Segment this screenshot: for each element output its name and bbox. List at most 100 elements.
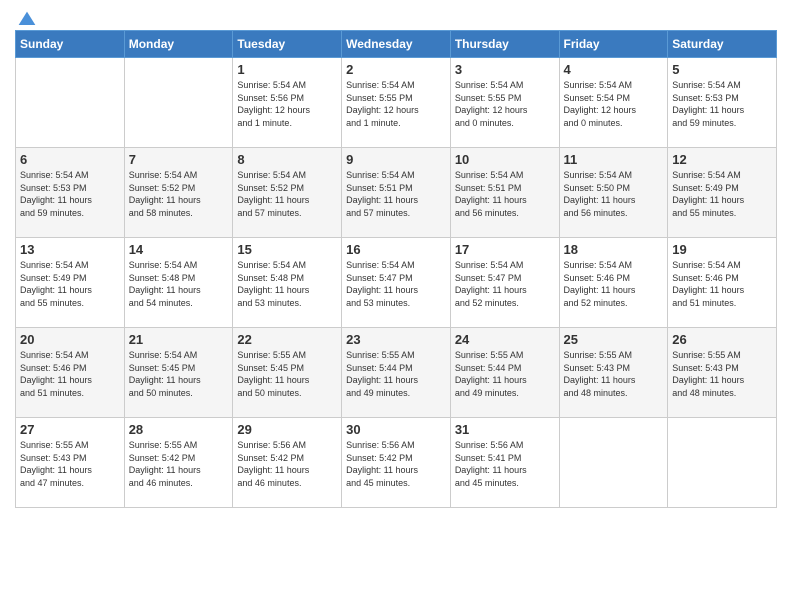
day-number: 19 — [672, 242, 772, 257]
day-info: Sunrise: 5:55 AM Sunset: 5:43 PM Dayligh… — [20, 439, 120, 489]
calendar-cell: 17Sunrise: 5:54 AM Sunset: 5:47 PM Dayli… — [450, 238, 559, 328]
calendar-cell: 18 Sunrise: 5:54 AM Sunset: 5:46 PM Dayli… — [559, 238, 668, 328]
calendar-cell: 3 Sunrise: 5:54 AM Sunset: 5:55 PM Daylig… — [450, 58, 559, 148]
calendar-cell: 5 Sunrise: 5:54 AM Sunset: 5:53 PM Daylig… — [668, 58, 777, 148]
calendar-cell — [16, 58, 125, 148]
calendar-cell: 11Sunrise: 5:54 AM Sunset: 5:50 PM Dayli… — [559, 148, 668, 238]
day-info: Sunrise: 5:54 AM Sunset: 5:53 PM Dayligh… — [672, 79, 772, 129]
day-number: 13 — [20, 242, 120, 257]
logo-icon — [17, 10, 37, 30]
weekday-header-sunday: Sunday — [16, 31, 125, 58]
day-info: Sunrise: 5:54 AM Sunset: 5:54 PM Dayligh… — [564, 79, 664, 129]
day-info: Sunrise: 5:55 AM Sunset: 5:44 PM Dayligh… — [455, 349, 555, 399]
calendar-cell: 31 Sunrise: 5:56 AM Sunset: 5:41 PM Dayli… — [450, 418, 559, 508]
calendar-cell: 27Sunrise: 5:55 AM Sunset: 5:43 PM Dayli… — [16, 418, 125, 508]
day-number: 25 — [564, 332, 664, 347]
calendar-body: 1 Sunrise: 5:54 AM Sunset: 5:56 PM Daylig… — [16, 58, 777, 508]
calendar-cell: 4 Sunrise: 5:54 AM Sunset: 5:54 PM Daylig… — [559, 58, 668, 148]
day-info: Sunrise: 5:55 AM Sunset: 5:44 PM Dayligh… — [346, 349, 446, 399]
calendar-header: SundayMondayTuesdayWednesdayThursdayFrid… — [16, 31, 777, 58]
weekday-header-friday: Friday — [559, 31, 668, 58]
calendar-cell: 30 Sunrise: 5:56 AM Sunset: 5:42 PM Dayli… — [342, 418, 451, 508]
calendar-cell: 29Sunrise: 5:56 AM Sunset: 5:42 PM Dayli… — [233, 418, 342, 508]
day-number: 10 — [455, 152, 555, 167]
calendar-cell: 12 Sunrise: 5:54 AM Sunset: 5:49 PM Dayli… — [668, 148, 777, 238]
day-info: Sunrise: 5:55 AM Sunset: 5:42 PM Dayligh… — [129, 439, 229, 489]
day-info: Sunrise: 5:55 AM Sunset: 5:43 PM Dayligh… — [672, 349, 772, 399]
day-info: Sunrise: 5:54 AM Sunset: 5:49 PM Dayligh… — [672, 169, 772, 219]
day-info: Sunrise: 5:54 AM Sunset: 5:53 PM Dayligh… — [20, 169, 120, 219]
calendar-cell: 10Sunrise: 5:54 AM Sunset: 5:51 PM Dayli… — [450, 148, 559, 238]
day-info: Sunrise: 5:54 AM Sunset: 5:49 PM Dayligh… — [20, 259, 120, 309]
calendar-cell: 19 Sunrise: 5:54 AM Sunset: 5:46 PM Dayli… — [668, 238, 777, 328]
day-number: 15 — [237, 242, 337, 257]
day-number: 4 — [564, 62, 664, 77]
calendar-cell: 1 Sunrise: 5:54 AM Sunset: 5:56 PM Daylig… — [233, 58, 342, 148]
day-info: Sunrise: 5:54 AM Sunset: 5:46 PM Dayligh… — [20, 349, 120, 399]
day-number: 18 — [564, 242, 664, 257]
day-number: 23 — [346, 332, 446, 347]
day-number: 31 — [455, 422, 555, 437]
day-number: 3 — [455, 62, 555, 77]
weekday-header-thursday: Thursday — [450, 31, 559, 58]
calendar-table: SundayMondayTuesdayWednesdayThursdayFrid… — [15, 30, 777, 508]
day-info: Sunrise: 5:54 AM Sunset: 5:48 PM Dayligh… — [237, 259, 337, 309]
day-number: 22 — [237, 332, 337, 347]
day-info: Sunrise: 5:54 AM Sunset: 5:48 PM Dayligh… — [129, 259, 229, 309]
weekday-header-wednesday: Wednesday — [342, 31, 451, 58]
calendar-week-row: 27Sunrise: 5:55 AM Sunset: 5:43 PM Dayli… — [16, 418, 777, 508]
calendar-week-row: 20 Sunrise: 5:54 AM Sunset: 5:46 PM Dayli… — [16, 328, 777, 418]
day-info: Sunrise: 5:55 AM Sunset: 5:43 PM Dayligh… — [564, 349, 664, 399]
day-number: 8 — [237, 152, 337, 167]
day-info: Sunrise: 5:54 AM Sunset: 5:56 PM Dayligh… — [237, 79, 337, 129]
day-info: Sunrise: 5:54 AM Sunset: 5:55 PM Dayligh… — [455, 79, 555, 129]
day-info: Sunrise: 5:54 AM Sunset: 5:51 PM Dayligh… — [346, 169, 446, 219]
calendar-cell: 25 Sunrise: 5:55 AM Sunset: 5:43 PM Dayli… — [559, 328, 668, 418]
day-number: 5 — [672, 62, 772, 77]
calendar-cell: 14 Sunrise: 5:54 AM Sunset: 5:48 PM Dayli… — [124, 238, 233, 328]
weekday-header-monday: Monday — [124, 31, 233, 58]
calendar-week-row: 1 Sunrise: 5:54 AM Sunset: 5:56 PM Daylig… — [16, 58, 777, 148]
calendar-cell: 20 Sunrise: 5:54 AM Sunset: 5:46 PM Dayli… — [16, 328, 125, 418]
calendar-cell: 6 Sunrise: 5:54 AM Sunset: 5:53 PM Daylig… — [16, 148, 125, 238]
weekday-header-row: SundayMondayTuesdayWednesdayThursdayFrid… — [16, 31, 777, 58]
day-info: Sunrise: 5:54 AM Sunset: 5:46 PM Dayligh… — [564, 259, 664, 309]
calendar-cell — [124, 58, 233, 148]
day-info: Sunrise: 5:54 AM Sunset: 5:52 PM Dayligh… — [129, 169, 229, 219]
day-number: 17 — [455, 242, 555, 257]
day-info: Sunrise: 5:56 AM Sunset: 5:41 PM Dayligh… — [455, 439, 555, 489]
day-number: 6 — [20, 152, 120, 167]
calendar-cell: 13 Sunrise: 5:54 AM Sunset: 5:49 PM Dayli… — [16, 238, 125, 328]
calendar-cell: 23 Sunrise: 5:55 AM Sunset: 5:44 PM Dayli… — [342, 328, 451, 418]
calendar-week-row: 13 Sunrise: 5:54 AM Sunset: 5:49 PM Dayli… — [16, 238, 777, 328]
day-number: 1 — [237, 62, 337, 77]
day-number: 30 — [346, 422, 446, 437]
day-info: Sunrise: 5:55 AM Sunset: 5:45 PM Dayligh… — [237, 349, 337, 399]
calendar-cell: 2 Sunrise: 5:54 AM Sunset: 5:55 PM Daylig… — [342, 58, 451, 148]
day-number: 16 — [346, 242, 446, 257]
day-info: Sunrise: 5:54 AM Sunset: 5:46 PM Dayligh… — [672, 259, 772, 309]
day-info: Sunrise: 5:56 AM Sunset: 5:42 PM Dayligh… — [346, 439, 446, 489]
day-number: 20 — [20, 332, 120, 347]
calendar-cell: 7Sunrise: 5:54 AM Sunset: 5:52 PM Daylig… — [124, 148, 233, 238]
day-number: 24 — [455, 332, 555, 347]
calendar-cell: 24 Sunrise: 5:55 AM Sunset: 5:44 PM Dayli… — [450, 328, 559, 418]
calendar-cell: 15 Sunrise: 5:54 AM Sunset: 5:48 PM Dayli… — [233, 238, 342, 328]
calendar-cell: 21 Sunrise: 5:54 AM Sunset: 5:45 PM Dayli… — [124, 328, 233, 418]
day-number: 28 — [129, 422, 229, 437]
calendar-cell: 8Sunrise: 5:54 AM Sunset: 5:52 PM Daylig… — [233, 148, 342, 238]
calendar-cell: 22 Sunrise: 5:55 AM Sunset: 5:45 PM Dayli… — [233, 328, 342, 418]
day-number: 2 — [346, 62, 446, 77]
logo — [15, 10, 37, 26]
calendar-cell: 26Sunrise: 5:55 AM Sunset: 5:43 PM Dayli… — [668, 328, 777, 418]
day-info: Sunrise: 5:54 AM Sunset: 5:55 PM Dayligh… — [346, 79, 446, 129]
calendar-week-row: 6 Sunrise: 5:54 AM Sunset: 5:53 PM Daylig… — [16, 148, 777, 238]
day-info: Sunrise: 5:54 AM Sunset: 5:47 PM Dayligh… — [346, 259, 446, 309]
day-info: Sunrise: 5:54 AM Sunset: 5:50 PM Dayligh… — [564, 169, 664, 219]
day-number: 9 — [346, 152, 446, 167]
day-info: Sunrise: 5:54 AM Sunset: 5:45 PM Dayligh… — [129, 349, 229, 399]
day-info: Sunrise: 5:56 AM Sunset: 5:42 PM Dayligh… — [237, 439, 337, 489]
day-number: 14 — [129, 242, 229, 257]
day-number: 12 — [672, 152, 772, 167]
day-number: 21 — [129, 332, 229, 347]
